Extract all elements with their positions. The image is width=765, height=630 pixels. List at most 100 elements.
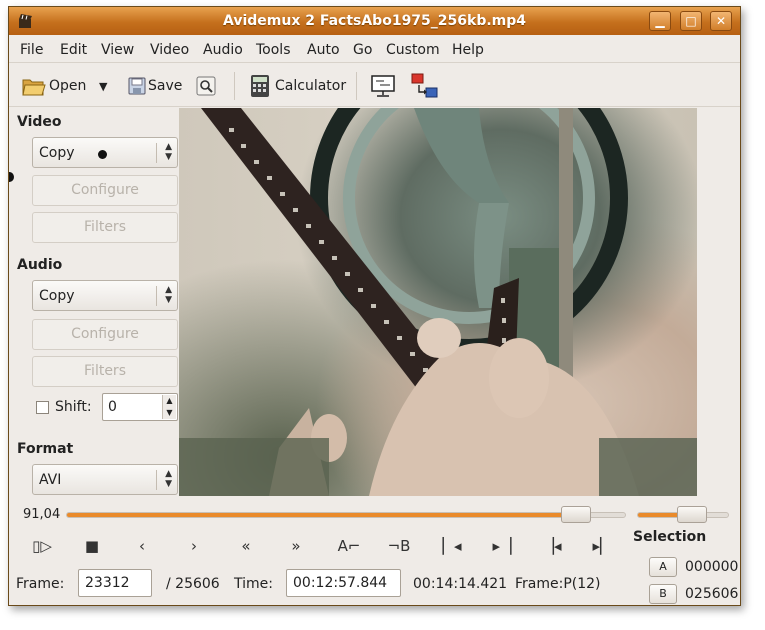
previous-keyframe-button[interactable]: « bbox=[231, 532, 261, 560]
goto-marker-a-button[interactable]: ▕◂ bbox=[537, 532, 567, 560]
video-filters-button[interactable]: Filters bbox=[32, 212, 178, 243]
position-slider-handle[interactable] bbox=[560, 506, 591, 523]
spin-arrows-icon: ▲ ▼ bbox=[162, 395, 176, 419]
position-slider[interactable] bbox=[66, 512, 626, 518]
preview-screen-icon bbox=[371, 75, 395, 97]
selection-a-value: 000000 bbox=[685, 559, 739, 575]
audio-codec-select[interactable]: Copy ▲ ▼ bbox=[32, 280, 178, 311]
toolbar-separator-2 bbox=[356, 72, 357, 100]
skip-start-icon: ▏◂ bbox=[442, 537, 462, 555]
menu-audio[interactable]: Audio bbox=[203, 42, 243, 58]
double-chevron-left-icon: « bbox=[241, 537, 251, 555]
menu-auto[interactable]: Auto bbox=[307, 42, 340, 58]
minimize-icon: ▁ bbox=[655, 14, 665, 28]
save-button[interactable]: Save bbox=[127, 73, 182, 99]
menu-tools[interactable]: Tools bbox=[256, 42, 291, 58]
selection-a-label: A bbox=[659, 560, 667, 573]
selection-b-label: B bbox=[659, 587, 667, 600]
video-preview bbox=[179, 108, 697, 496]
close-button[interactable]: ✕ bbox=[710, 11, 732, 31]
set-marker-b-button[interactable]: ¬B bbox=[379, 532, 419, 560]
previous-frame-button[interactable]: ‹ bbox=[127, 532, 157, 560]
minimize-button[interactable]: ▁ bbox=[649, 11, 671, 31]
shift-value: 0 bbox=[108, 399, 117, 415]
properties-button[interactable] bbox=[195, 73, 217, 99]
menu-help[interactable]: Help bbox=[452, 42, 484, 58]
chevron-right-icon: › bbox=[191, 537, 197, 555]
video-section-label: Video bbox=[17, 114, 62, 130]
maximize-button[interactable]: □ bbox=[680, 11, 702, 31]
combo-divider bbox=[156, 286, 157, 306]
double-chevron-right-icon: » bbox=[291, 537, 301, 555]
marker-start-icon: ▕◂ bbox=[542, 537, 562, 555]
chevron-left-icon: ‹ bbox=[139, 537, 145, 555]
output-button[interactable] bbox=[411, 73, 439, 99]
goto-end-button[interactable]: ▸▕ bbox=[487, 532, 517, 560]
audio-configure-button[interactable]: Configure bbox=[32, 319, 178, 350]
calculator-button[interactable]: Calculator bbox=[249, 73, 346, 99]
toolbar: Open ▼ Save Calculator bbox=[9, 64, 740, 107]
shift-spinbox[interactable]: 0 ▲ ▼ bbox=[102, 393, 178, 421]
format-section-label: Format bbox=[17, 441, 74, 457]
audio-filters-button[interactable]: Filters bbox=[32, 356, 178, 387]
preview-button[interactable] bbox=[370, 73, 396, 99]
shift-checkbox[interactable] bbox=[36, 401, 49, 414]
goto-marker-b-button[interactable]: ▸▏ bbox=[587, 532, 617, 560]
open-dropdown-button[interactable]: ▼ bbox=[99, 73, 107, 99]
position-slider-fill bbox=[67, 513, 575, 517]
left-panel: Video Copy ▲ ▼ Configure Filters Audio Co… bbox=[9, 108, 179, 498]
menu-video[interactable]: Video bbox=[150, 42, 189, 58]
selection-panel: Selection A 000000 B 025606 bbox=[631, 525, 740, 605]
selection-title: Selection bbox=[633, 529, 707, 545]
next-frame-button[interactable]: › bbox=[179, 532, 209, 560]
stop-button[interactable]: ■ bbox=[77, 532, 107, 560]
marker-bracket-icon: ¬ bbox=[387, 537, 401, 555]
window-title: Avidemux 2 FactsAbo1975_256kb.mp4 bbox=[222, 13, 527, 29]
video-codec-select[interactable]: Copy ▲ ▼ bbox=[32, 137, 178, 168]
save-label: Save bbox=[148, 78, 183, 94]
properties-icon bbox=[196, 76, 216, 96]
time-input[interactable]: 00:12:57.844 bbox=[286, 569, 401, 597]
menu-edit[interactable]: Edit bbox=[60, 42, 87, 58]
calculator-icon bbox=[251, 75, 269, 97]
menu-bar: File Edit View Video Audio Tools Auto Go… bbox=[9, 35, 740, 63]
menu-custom[interactable]: Custom bbox=[386, 42, 440, 58]
floppy-disk-icon bbox=[128, 77, 146, 95]
video-codec-value: Copy bbox=[39, 145, 75, 161]
format-select[interactable]: AVI ▲ ▼ bbox=[32, 464, 178, 495]
cursor-dot-icon bbox=[98, 150, 107, 159]
folder-open-icon bbox=[22, 79, 46, 96]
audio-section-label: Audio bbox=[17, 257, 63, 273]
goto-start-button[interactable]: ▏◂ bbox=[437, 532, 467, 560]
combo-divider bbox=[156, 470, 157, 490]
next-keyframe-button[interactable]: » bbox=[281, 532, 311, 560]
mark-b-label: B bbox=[400, 537, 411, 555]
video-configure-button[interactable]: Configure bbox=[32, 175, 178, 206]
updown-arrows-icon: ▲ ▼ bbox=[165, 142, 172, 162]
play-icon: ▯▷ bbox=[32, 537, 52, 555]
menu-go[interactable]: Go bbox=[353, 42, 372, 58]
combo-divider bbox=[156, 143, 157, 163]
menu-file[interactable]: File bbox=[20, 42, 43, 58]
position-slider-row: 91,04 bbox=[9, 504, 740, 526]
menu-view[interactable]: View bbox=[101, 42, 134, 58]
film-reel-image bbox=[179, 108, 697, 496]
selection-b-button[interactable]: B bbox=[649, 584, 677, 604]
total-frames-label: / 25606 bbox=[166, 576, 220, 592]
mark-a-label: A bbox=[337, 537, 348, 555]
updown-arrows-icon: ▲ ▼ bbox=[165, 469, 172, 489]
volume-slider-handle[interactable] bbox=[677, 506, 708, 523]
shift-label: Shift: bbox=[55, 399, 92, 415]
frame-input[interactable]: 23312 bbox=[78, 569, 152, 597]
play-button[interactable]: ▯▷ bbox=[27, 532, 57, 560]
audio-codec-value: Copy bbox=[39, 288, 75, 304]
toolbar-separator bbox=[234, 72, 235, 100]
main-window: Avidemux 2 FactsAbo1975_256kb.mp4 ▁ □ ✕ … bbox=[8, 6, 741, 606]
open-button[interactable]: Open bbox=[21, 73, 86, 99]
close-icon: ✕ bbox=[715, 14, 727, 28]
duration-label: 00:14:14.421 bbox=[413, 576, 508, 592]
selection-a-button[interactable]: A bbox=[649, 557, 677, 577]
set-marker-a-button[interactable]: A⌐ bbox=[331, 532, 367, 560]
stop-icon: ■ bbox=[84, 537, 100, 555]
title-bar: Avidemux 2 FactsAbo1975_256kb.mp4 ▁ □ ✕ bbox=[9, 7, 740, 35]
